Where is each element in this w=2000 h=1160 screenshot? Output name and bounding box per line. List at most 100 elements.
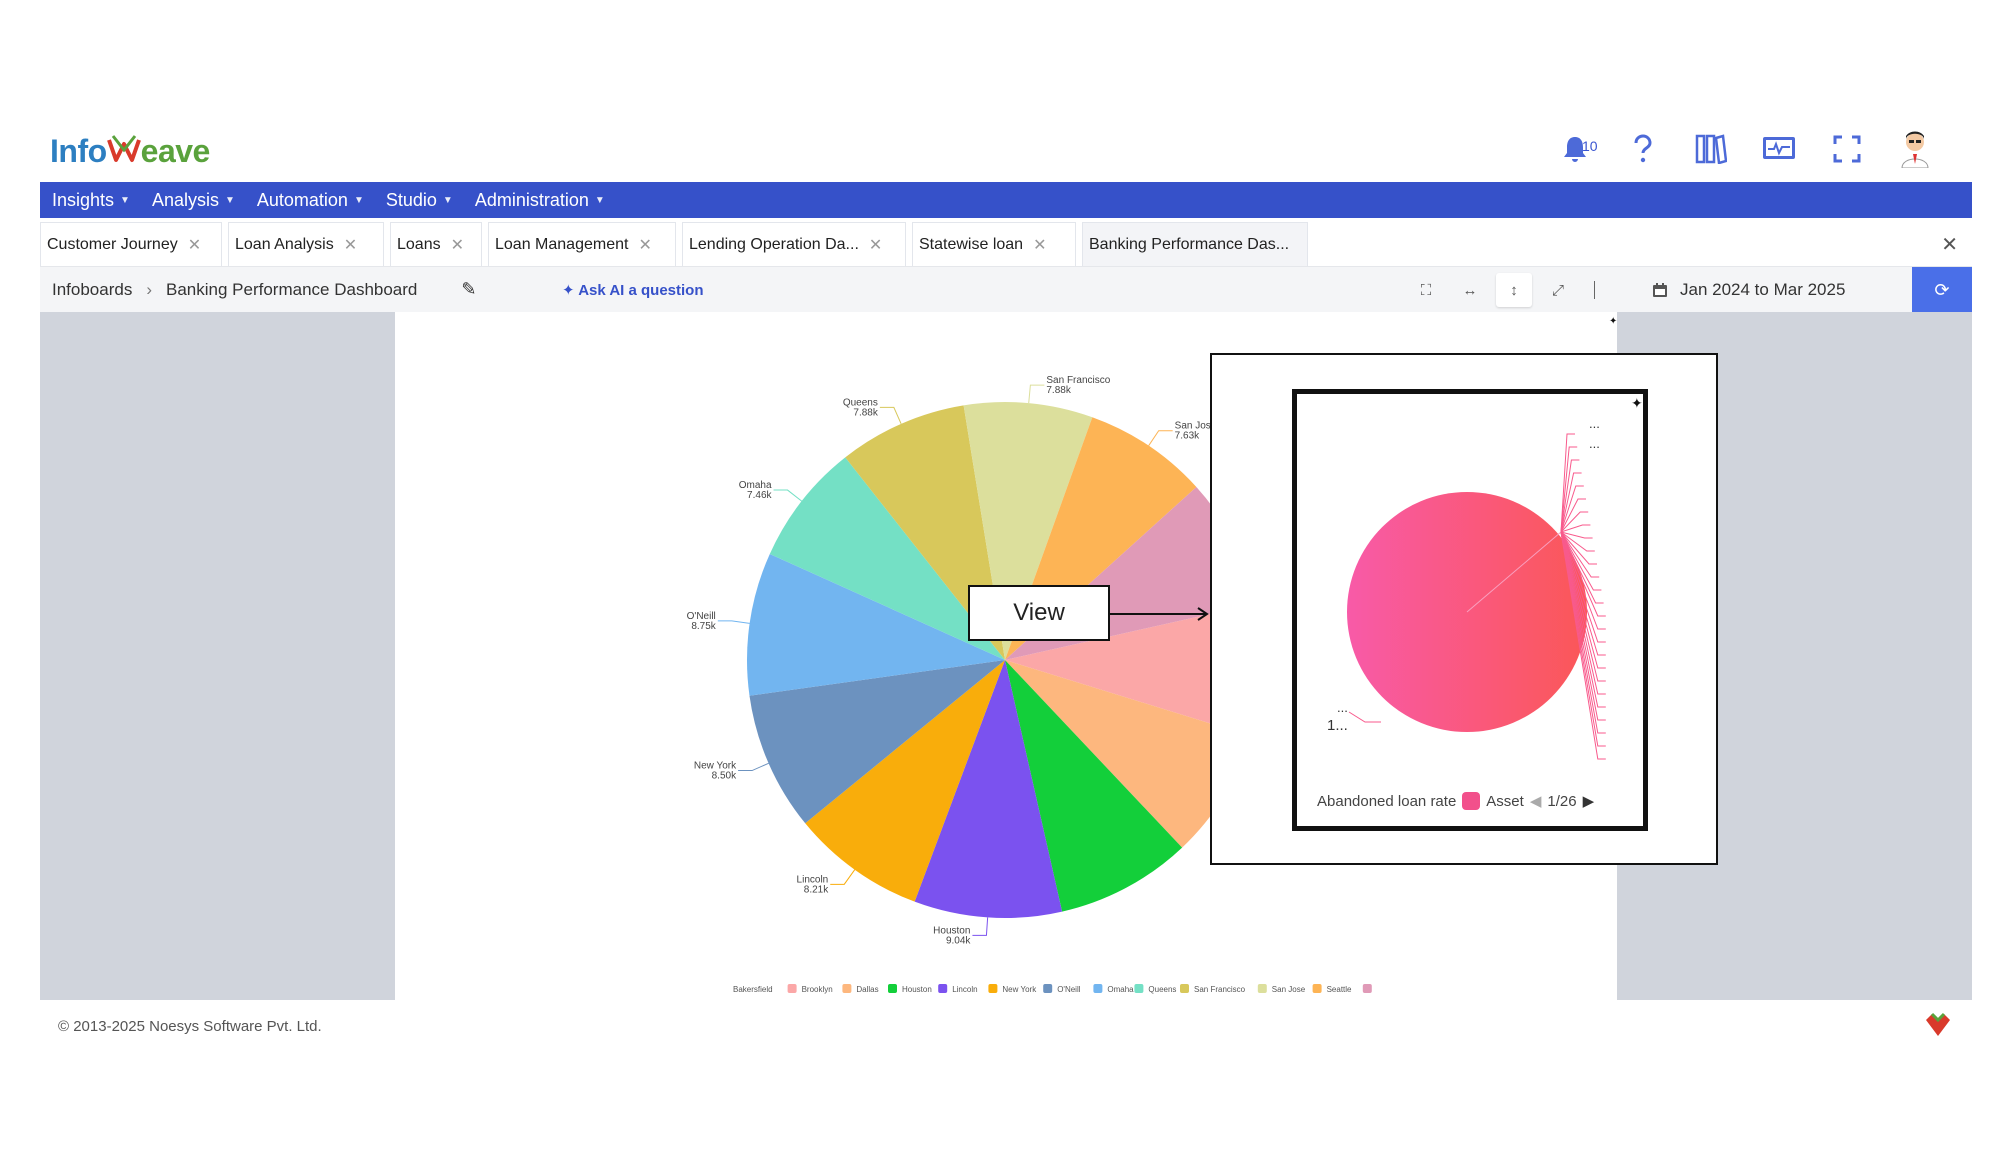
legend-item-label[interactable]: Lincoln: [952, 985, 977, 994]
tab-lending-operation[interactable]: Lending Operation Da... ✕: [682, 222, 906, 266]
chevron-right-icon: ›: [146, 279, 153, 299]
legend-page-indicator: 1/26: [1547, 792, 1577, 810]
legend-item-label[interactable]: Houston: [902, 985, 932, 994]
chevron-down-icon: ▼: [594, 194, 605, 206]
legend-item-label[interactable]: Omaha: [1107, 985, 1134, 994]
pie-value-label: 8.75k: [691, 621, 716, 632]
monitor-activity-icon[interactable]: [1760, 130, 1798, 168]
menu-studio[interactable]: Studio ▼: [386, 190, 453, 211]
calendar-icon: [1653, 283, 1667, 297]
pie-truncated-label: ...: [1589, 416, 1600, 431]
close-all-tabs-icon[interactable]: ✕: [1941, 232, 1958, 257]
tab-loans[interactable]: Loans ✕: [390, 222, 482, 266]
sparkle-icon: ✦: [1609, 316, 1617, 327]
legend-item-asset[interactable]: Asset: [1486, 793, 1524, 810]
tab-statewise-loan[interactable]: Statewise loan ✕: [912, 222, 1076, 266]
pie-truncated-label: ...: [1589, 436, 1600, 451]
tab-customer-journey[interactable]: Customer Journey ✕: [40, 222, 222, 266]
legend-item-label[interactable]: Bakersfield: [733, 985, 773, 994]
user-avatar[interactable]: [1896, 130, 1934, 168]
chevron-down-icon: ▼: [224, 194, 235, 206]
help-icon[interactable]: [1624, 130, 1662, 168]
legend-item-label[interactable]: San Francisco: [1194, 985, 1246, 994]
pie-truncated-label: ...: [1337, 700, 1348, 715]
refresh-icon: ⟳: [1934, 279, 1950, 300]
legend-item-label[interactable]: O'Neill: [1057, 985, 1081, 994]
view-callout-label: View: [968, 585, 1110, 641]
legend-prev-icon[interactable]: ◀: [1530, 792, 1542, 810]
legend-item-label[interactable]: Queens: [1148, 985, 1176, 994]
pie-leader-line: [879, 406, 902, 425]
pie-leader-line: [773, 489, 803, 502]
tab-banking-performance[interactable]: Banking Performance Das...: [1082, 222, 1308, 266]
pie-leader-line: [1348, 711, 1381, 723]
document-tabs: Customer Journey ✕ Loan Analysis ✕ Loans ✕ …: [40, 222, 1972, 266]
footer-copyright: © 2013-2025 Noesys Software Pvt. Ltd.: [58, 1018, 322, 1035]
expand-icon[interactable]: ⤢: [1540, 273, 1576, 307]
tab-loan-analysis[interactable]: Loan Analysis ✕: [228, 222, 384, 266]
ask-ai-link[interactable]: ✦ Ask AI a question: [562, 281, 704, 299]
close-tab-icon[interactable]: ✕: [869, 235, 882, 255]
legend-swatch: [1257, 984, 1267, 993]
legend-item-label[interactable]: New York: [1002, 985, 1037, 994]
menu-analysis[interactable]: Analysis ▼: [152, 190, 235, 211]
infoweave-logo-mark-icon: [106, 135, 141, 162]
fit-screen-icon[interactable]: ⛶: [1408, 273, 1444, 307]
library-books-icon[interactable]: [1692, 130, 1730, 168]
pie-leader-line: [1028, 384, 1045, 404]
legend-item-label[interactable]: San Jose: [1272, 985, 1306, 994]
pie-value-label: 8.21k: [804, 884, 829, 895]
legend-swatch: [1180, 984, 1189, 993]
pie-value-label: 7.63k: [1175, 431, 1200, 442]
legend-swatch: [1312, 984, 1322, 993]
date-range-picker[interactable]: Jan 2024 to Mar 2025: [1652, 280, 1845, 300]
chevron-down-icon: ▼: [120, 194, 130, 206]
footer-logo-icon: [1926, 1012, 1950, 1036]
callout-arrow-icon: [1110, 607, 1209, 621]
legend-swatch: [1362, 984, 1372, 993]
legend-next-icon[interactable]: ▶: [1583, 792, 1595, 810]
legend-swatch: [988, 984, 998, 993]
close-tab-icon[interactable]: ✕: [1033, 235, 1046, 255]
pie-leader-line: [717, 620, 750, 624]
notification-count: 10: [1582, 138, 1598, 154]
mini-legend: Abandoned loan rate Asset ◀ 1/26 ▶: [1317, 792, 1594, 810]
breadcrumb-infoboards[interactable]: Infoboards: [52, 280, 132, 300]
sparkle-icon: ✦: [1631, 395, 1643, 411]
app-logo[interactable]: Info eave: [50, 132, 210, 170]
chevron-down-icon: ▼: [442, 194, 453, 206]
pie-leader-line: [1148, 430, 1173, 446]
pie-leader-line: [1560, 524, 1591, 533]
refresh-button[interactable]: ⟳: [1912, 267, 1972, 313]
breadcrumb-toolbar: Infoboards › Banking Performance Dashboa…: [40, 266, 1972, 313]
zoom-preview-panel: ......... 1... ✦ Abandoned loan rate Asset…: [1210, 353, 1718, 865]
fullscreen-icon[interactable]: [1828, 130, 1866, 168]
close-tab-icon[interactable]: ✕: [188, 235, 201, 255]
menu-automation[interactable]: Automation ▼: [257, 190, 364, 211]
edit-pencil-icon[interactable]: ✎: [461, 279, 476, 300]
legend-item-label[interactable]: Dallas: [856, 985, 878, 994]
notification-bell-icon[interactable]: 10: [1556, 130, 1598, 168]
pie-leader-line: [830, 869, 856, 885]
close-tab-icon[interactable]: ✕: [638, 235, 651, 255]
pie-value-label: 7.88k: [1046, 385, 1071, 396]
pie-leader-line: [972, 917, 989, 936]
pie-value-label: 8.50k: [712, 771, 737, 782]
breadcrumb: Infoboards › Banking Performance Dashboa…: [52, 279, 476, 300]
legend-swatch: [1043, 984, 1053, 993]
legend-swatch: [1134, 984, 1144, 993]
tab-loan-management[interactable]: Loan Management ✕: [488, 222, 676, 266]
menu-insights[interactable]: Insights ▼: [52, 190, 130, 211]
fit-height-icon[interactable]: ↕: [1496, 273, 1532, 307]
legend-item-label[interactable]: Brooklyn: [802, 985, 833, 994]
pie-truncated-label: 1...: [1327, 717, 1348, 734]
close-tab-icon[interactable]: ✕: [451, 235, 464, 255]
abandoned-loan-pie-chart[interactable]: ......... 1... ✦: [1297, 394, 1643, 784]
toolbar-divider: [1594, 281, 1595, 299]
pie-value-label: 7.88k: [853, 407, 878, 418]
top-header: Info eave 10: [40, 120, 1972, 182]
close-tab-icon[interactable]: ✕: [344, 235, 357, 255]
fit-width-icon[interactable]: ↔: [1452, 273, 1488, 307]
legend-item-label[interactable]: Seattle: [1327, 985, 1352, 994]
menu-administration[interactable]: Administration ▼: [475, 190, 605, 211]
